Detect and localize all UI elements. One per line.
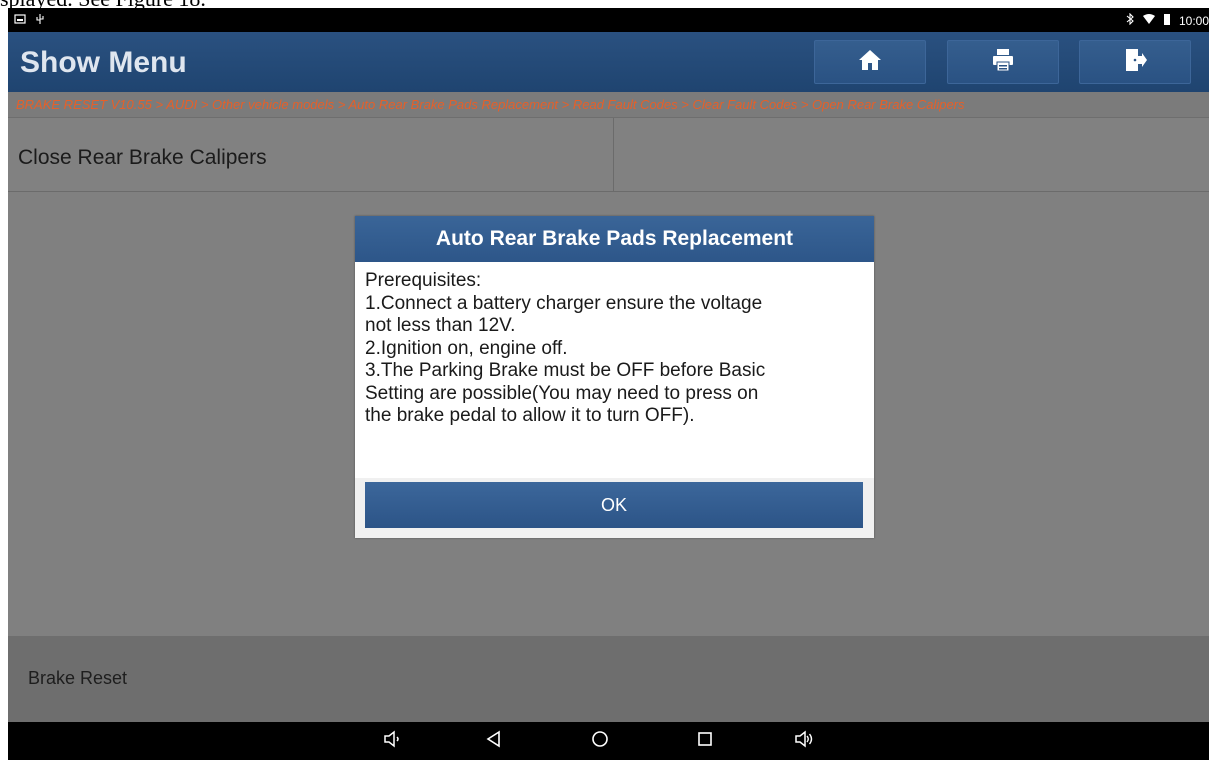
volume-down-button[interactable] xyxy=(380,729,404,753)
image-icon xyxy=(14,13,26,29)
page-title: Show Menu xyxy=(20,46,187,79)
footer-label: Brake Reset xyxy=(28,668,128,688)
circle-home-icon xyxy=(590,729,610,754)
prerequisites-dialog: Auto Rear Brake Pads Replacement Prerequ… xyxy=(355,216,874,538)
tablet-screen: 10:00 Show Menu BRAKE RESET V10.55 > AUD… xyxy=(8,8,1209,760)
breadcrumb-bar: BRAKE RESET V10.55 > AUDI > Other vehicl… xyxy=(8,92,1209,118)
app-header: Show Menu xyxy=(8,32,1209,92)
wifi-icon xyxy=(1142,13,1155,29)
recents-button[interactable] xyxy=(693,729,717,753)
menu-row: Close Rear Brake Calipers xyxy=(8,118,1209,192)
volume-up-button[interactable] xyxy=(792,729,816,753)
dialog-line: the brake pedal to allow it to turn OFF)… xyxy=(365,405,695,426)
dialog-header: Auto Rear Brake Pads Replacement xyxy=(355,216,874,262)
status-bar: 10:00 xyxy=(8,8,1209,32)
menu-item-empty xyxy=(615,118,1209,192)
back-icon xyxy=(484,729,504,754)
system-nav-bar xyxy=(8,722,1209,760)
ok-button[interactable]: OK xyxy=(365,482,863,528)
dialog-line: 3.The Parking Brake must be OFF before B… xyxy=(365,360,766,381)
home-button[interactable] xyxy=(814,40,926,84)
dialog-body: Prerequisites: 1.Connect a battery charg… xyxy=(355,262,874,478)
print-button[interactable] xyxy=(947,40,1059,84)
print-icon xyxy=(990,47,1016,78)
volume-up-icon xyxy=(794,729,814,754)
exit-icon xyxy=(1122,47,1148,78)
dialog-title: Auto Rear Brake Pads Replacement xyxy=(435,227,794,250)
battery-icon xyxy=(1163,13,1171,29)
back-button[interactable] xyxy=(482,729,506,753)
dialog-line: 2.Ignition on, engine off. xyxy=(365,337,568,359)
dialog-line: not less than 12V. xyxy=(365,315,516,336)
home-nav-button[interactable] xyxy=(588,729,612,753)
ok-button-label: OK xyxy=(600,494,627,515)
breadcrumb: BRAKE RESET V10.55 > AUDI > Other vehicl… xyxy=(16,97,965,112)
recents-icon xyxy=(695,729,715,754)
usb-icon xyxy=(34,13,46,29)
exit-button[interactable] xyxy=(1079,40,1191,84)
dialog-line: 1.Connect a battery charger ensure the v… xyxy=(365,292,763,314)
volume-down-icon xyxy=(382,729,402,754)
home-icon xyxy=(857,47,883,78)
dialog-line: Prerequisites: xyxy=(365,270,482,291)
menu-item-close-rear-brake-calipers[interactable]: Close Rear Brake Calipers xyxy=(8,118,614,192)
footer-bar: Brake Reset xyxy=(8,636,1209,722)
bluetooth-icon xyxy=(1125,12,1135,29)
menu-item-label: Close Rear Brake Calipers xyxy=(18,146,267,169)
clock: 10:00 xyxy=(1178,14,1209,28)
dialog-line: Setting are possible(You may need to pre… xyxy=(365,382,759,404)
dialog-message: Prerequisites: 1.Connect a battery charg… xyxy=(365,270,864,428)
